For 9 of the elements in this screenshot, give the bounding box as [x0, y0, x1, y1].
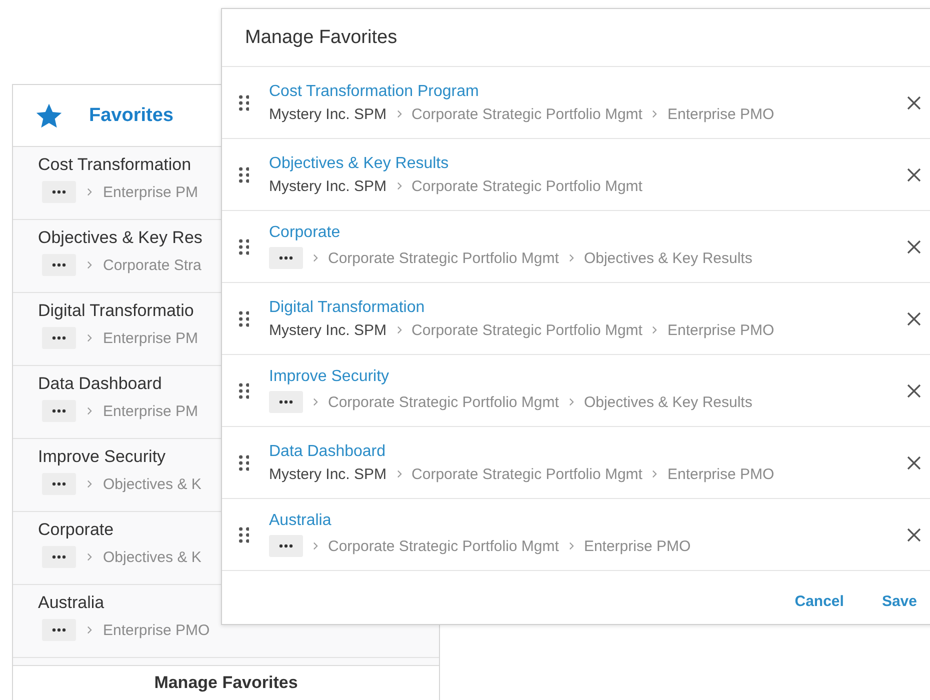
favorite-title: Improve Security — [38, 447, 166, 467]
favorite-title: Data Dashboard — [38, 374, 162, 394]
panel-title: Favorites — [89, 104, 174, 126]
favorite-title: Objectives & Key Res — [38, 228, 202, 248]
favorite-title: Australia — [38, 593, 104, 613]
favorite-title: Digital Transformatio — [38, 301, 194, 321]
dialog-title: Manage Favorites — [245, 26, 398, 48]
favorite-title: Cost Transformation — [38, 155, 192, 175]
favorite-title: Corporate — [38, 520, 114, 540]
